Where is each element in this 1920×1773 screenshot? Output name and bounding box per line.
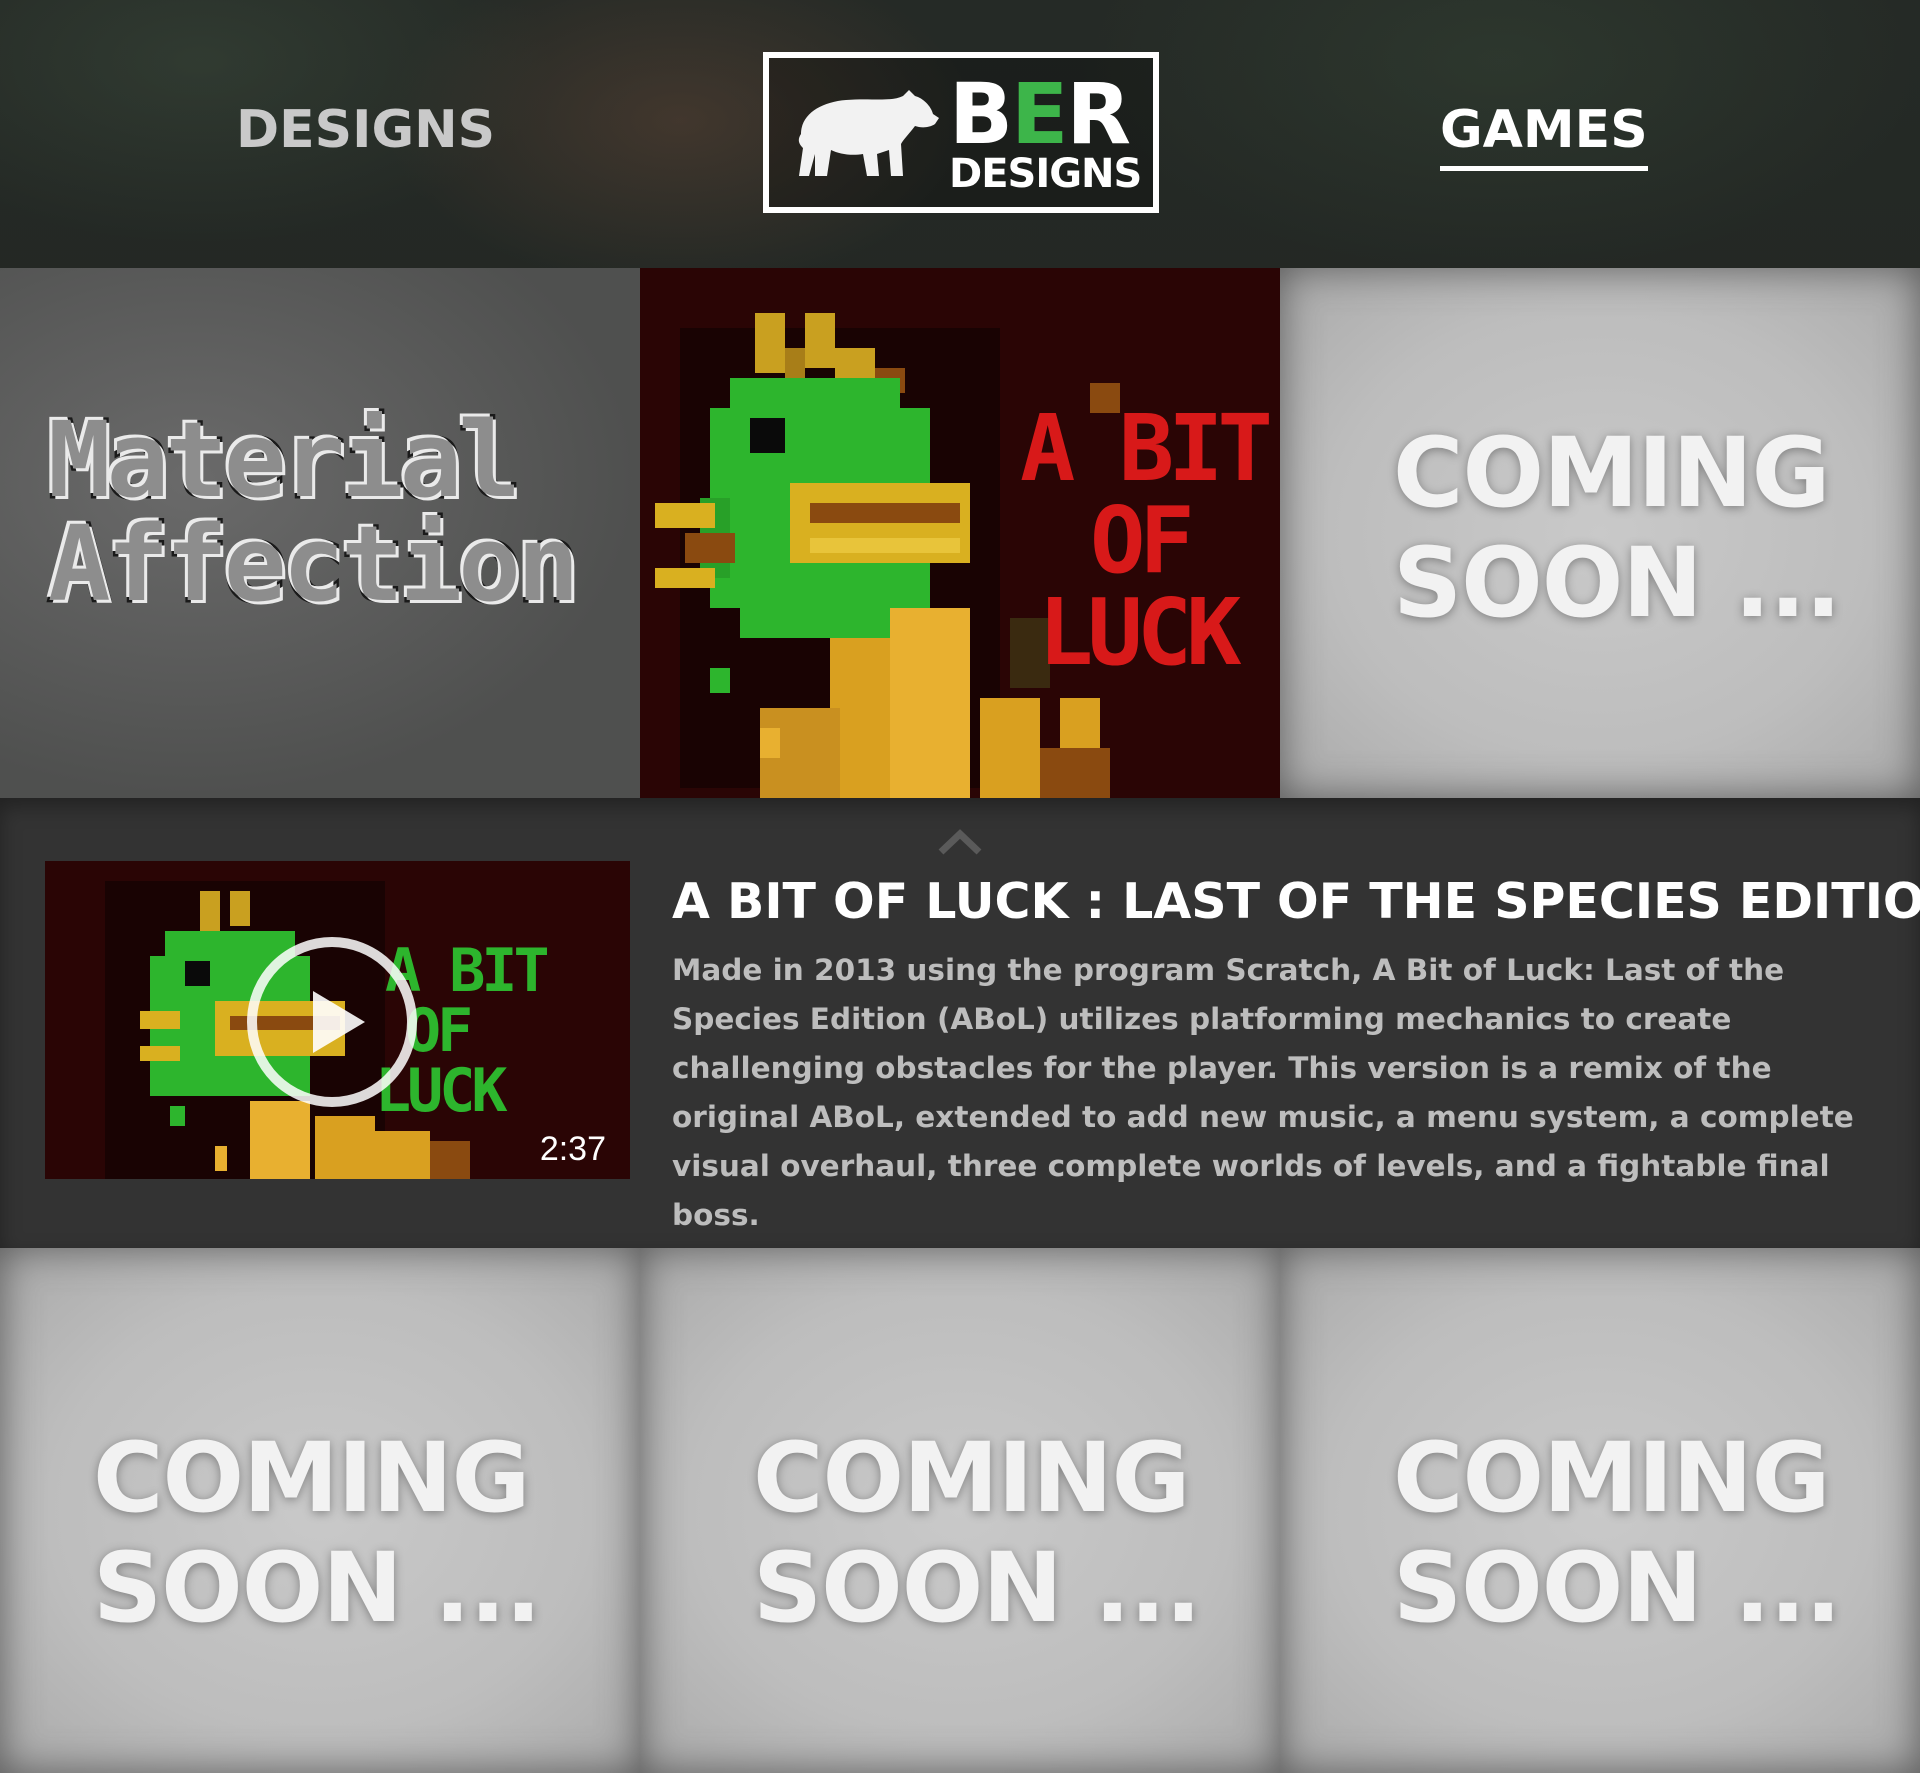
coming-soon-line1: COMING xyxy=(753,1422,1190,1534)
game-detail-description: Made in 2013 using the program Scratch, … xyxy=(672,953,1854,1232)
coming-soon-label: COMING SOON ... xyxy=(1280,418,1920,638)
coming-soon-label: COMING SOON ... xyxy=(0,1423,640,1643)
coming-soon-line2: SOON ... xyxy=(753,1532,1202,1644)
coming-soon-label: COMING SOON ... xyxy=(640,1423,1280,1643)
chevron-up-icon[interactable] xyxy=(937,826,983,856)
a-bit-of-luck-title-art: A BIT OF LUCK xyxy=(1020,395,1273,686)
game-tile-coming-soon[interactable]: COMING SOON ... xyxy=(1280,1248,1920,1773)
logo-letter-r: R xyxy=(1066,65,1131,163)
coming-soon-label: COMING SOON ... xyxy=(1280,1423,1920,1643)
coming-soon-line2: SOON ... xyxy=(1393,1532,1842,1644)
luck-title-line1: A BIT xyxy=(1020,395,1273,502)
bear-icon xyxy=(798,90,939,176)
play-icon xyxy=(313,991,365,1053)
coming-soon-line2: SOON ... xyxy=(1393,527,1842,639)
thumb-title-line2: OF xyxy=(405,996,473,1066)
logo-letter-e: E xyxy=(1011,65,1068,163)
page: DESIGNS BER DESIGNS GAMES Material Affec… xyxy=(0,0,1920,1773)
game-tile-coming-soon[interactable]: COMING SOON ... xyxy=(0,1248,640,1773)
logo-wordmark: BER xyxy=(949,72,1131,156)
video-duration: 2:37 xyxy=(539,1130,606,1168)
game-tile-material-affection[interactable]: Material Affection xyxy=(0,268,640,798)
logo-letter-b: B xyxy=(949,65,1013,163)
play-button[interactable] xyxy=(247,937,417,1107)
site-header: DESIGNS BER DESIGNS GAMES xyxy=(0,0,1920,268)
video-player-thumbnail[interactable]: A BIT OF LUCK 2:37 xyxy=(45,861,630,1179)
coming-soon-line2: SOON ... xyxy=(93,1532,542,1644)
site-logo[interactable]: BER DESIGNS xyxy=(763,52,1159,213)
coming-soon-line1: COMING xyxy=(93,1422,530,1534)
luck-title-line3: LUCK xyxy=(1038,579,1242,686)
luck-title-line2: OF xyxy=(1090,487,1195,594)
coming-soon-line1: COMING xyxy=(1393,1422,1830,1534)
material-affection-logo: Material Affection xyxy=(46,399,588,625)
nav-designs-link[interactable]: DESIGNS xyxy=(236,100,495,160)
logo-subtitle: DESIGNS xyxy=(949,151,1142,197)
game-tile-a-bit-of-luck[interactable]: A BIT OF LUCK xyxy=(640,268,1280,798)
game-tile-coming-soon[interactable]: COMING SOON ... xyxy=(640,1248,1280,1773)
material-affection-line2: Affection xyxy=(46,503,583,625)
material-affection-line1: Material xyxy=(46,399,524,521)
game-detail-title: A BIT OF LUCK : LAST OF THE SPECIES EDIT… xyxy=(672,873,1920,930)
coming-soon-line1: COMING xyxy=(1393,417,1830,529)
nav-games-link[interactable]: GAMES xyxy=(1440,100,1648,171)
game-tile-coming-soon[interactable]: COMING SOON ... xyxy=(1280,268,1920,798)
